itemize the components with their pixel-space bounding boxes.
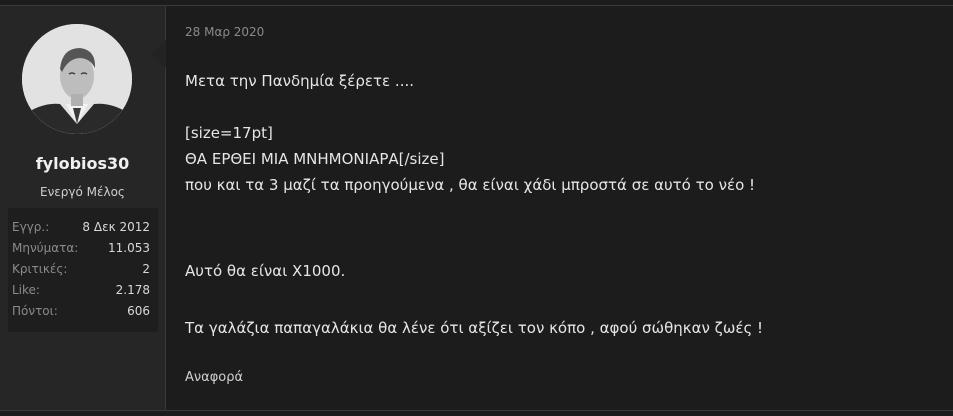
stat-row-messages: Μηνύματα: 11.053 <box>12 241 150 261</box>
user-title: Ενεργό Μέλος <box>40 185 125 199</box>
stat-row-reviews: Κριτικές: 2 <box>12 262 150 282</box>
stat-label: Κριτικές: <box>12 262 68 276</box>
stat-value: 2 <box>142 262 150 276</box>
forum-post: fylobios30 Ενεργό Μέλος Εγγρ.: 8 Δεκ 201… <box>0 0 953 416</box>
stat-row-joined: Εγγρ.: 8 Δεκ 2012 <box>12 220 150 240</box>
stat-row-points: Πόντοι: 606 <box>12 304 150 324</box>
avatar-portrait-image <box>22 24 132 134</box>
post-line: Τα γαλάζια παπαγαλάκια θα λένε ότι αξίζε… <box>185 319 764 337</box>
divider-bottom <box>0 410 953 411</box>
post-line: Μετα την Πανδημία ξέρετε .... <box>185 72 415 90</box>
stat-value: 2.178 <box>115 283 150 297</box>
stat-value[interactable]: 11.053 <box>108 241 150 255</box>
post-line: Αυτό θα είναι Χ1000. <box>185 262 346 280</box>
stat-label: Εγγρ.: <box>12 220 50 234</box>
stat-label: Μηνύματα: <box>12 241 79 255</box>
post-line: ΘΑ ΕΡΘΕΙ ΜΙΑ ΜΝΗΜΟΝΙΑΡΑ[/size] <box>185 150 445 168</box>
user-info-pane: fylobios30 Ενεργό Μέλος Εγγρ.: 8 Δεκ 201… <box>0 6 166 410</box>
report-link[interactable]: Αναφορά <box>185 370 243 385</box>
post-line: που και τα 3 μαζί τα προηγούμενα , θα εί… <box>185 176 756 194</box>
stat-value: 8 Δεκ 2012 <box>82 220 150 234</box>
message-pointer-arrow <box>150 40 166 68</box>
stat-label: Like: <box>12 283 40 297</box>
user-avatar[interactable] <box>22 24 132 134</box>
post-line: [size=17pt] <box>185 124 273 142</box>
username-link[interactable]: fylobios30 <box>0 154 165 173</box>
stat-row-likes: Like: 2.178 <box>12 283 150 303</box>
post-date[interactable]: 28 Μαρ 2020 <box>185 25 264 39</box>
stat-value[interactable]: 606 <box>127 304 150 318</box>
stat-label: Πόντοι: <box>12 304 58 318</box>
user-stats: Εγγρ.: 8 Δεκ 2012 Μηνύματα: 11.053 Κριτι… <box>8 208 158 332</box>
